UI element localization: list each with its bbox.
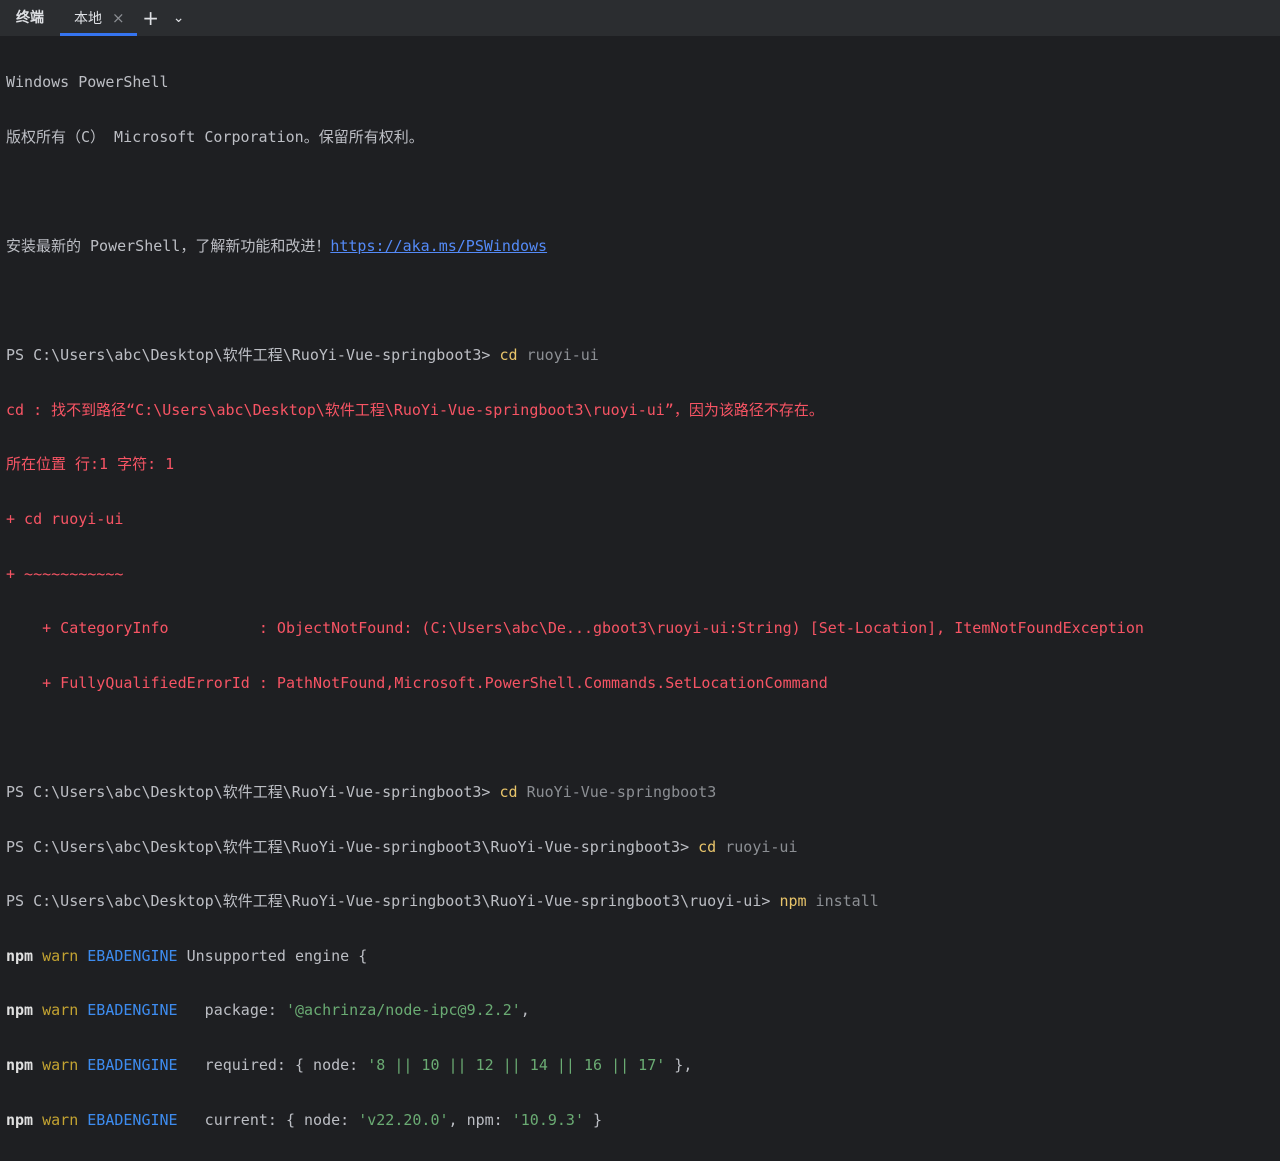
warn-text: required: { node:	[177, 1055, 368, 1074]
close-icon[interactable]: ×	[112, 9, 125, 27]
warn-text: current: { node:	[177, 1110, 359, 1129]
warn-text: Unsupported engine {	[177, 946, 368, 965]
command: npm	[779, 892, 807, 911]
error-line: 所在位置 行:1 字符: 1	[6, 455, 175, 474]
error-line: + FullyQualifiedErrorId : PathNotFound,M…	[6, 673, 828, 692]
terminal-panel-title: 终端	[16, 10, 44, 26]
command-args: ruoyi-ui	[716, 837, 798, 856]
npm-warn-line: npm warn EBADENGINE Unsupported engine {	[6, 943, 1280, 970]
chevron-down-icon[interactable]: ⌄	[165, 0, 193, 36]
prompt: PS C:\Users\abc\Desktop\软件工程\RuoYi-Vue-s…	[6, 346, 500, 365]
warn-label: warn	[42, 946, 79, 965]
warn-string: 'v22.20.0'	[358, 1110, 449, 1129]
warn-label: warn	[42, 1055, 79, 1074]
command: cd	[499, 783, 518, 802]
npm-label: npm	[6, 1110, 34, 1129]
command-args: ruoyi-ui	[517, 346, 599, 365]
command-line: PS C:\Users\abc\Desktop\软件工程\RuoYi-Vue-s…	[6, 834, 1280, 861]
warn-code: EBADENGINE	[87, 1001, 178, 1020]
warn-label: warn	[42, 1001, 79, 1020]
command-line: PS C:\Users\abc\Desktop\软件工程\RuoYi-Vue-s…	[6, 888, 1280, 915]
warn-text: ,	[520, 1001, 530, 1020]
install-message: 安装最新的 PowerShell，了解新功能和改进！	[6, 237, 331, 256]
output-line: Windows PowerShell	[6, 73, 169, 92]
output-line: 版权所有（C） Microsoft Corporation。保留所有权利。	[6, 127, 424, 146]
tab-local[interactable]: 本地 ×	[60, 0, 137, 36]
tab-local-label[interactable]: 本地	[74, 8, 102, 28]
npm-label: npm	[6, 1001, 34, 1020]
terminal-output[interactable]: Windows PowerShell 版权所有（C） Microsoft Cor…	[0, 36, 1280, 1161]
prompt: PS C:\Users\abc\Desktop\软件工程\RuoYi-Vue-s…	[6, 783, 500, 802]
command-args: install	[806, 892, 879, 911]
npm-warn-line: npm warn EBADENGINE required: { node: '8…	[6, 1052, 1280, 1079]
powershell-link[interactable]: https://aka.ms/PSWindows	[330, 237, 547, 255]
warn-text: },	[665, 1055, 693, 1074]
warn-text: , npm:	[448, 1110, 512, 1129]
npm-warn-line: npm warn EBADENGINE package: '@achrinza/…	[6, 997, 1280, 1024]
command: cd	[698, 837, 717, 856]
add-tab-icon[interactable]: +	[137, 0, 165, 36]
prompt: PS C:\Users\abc\Desktop\软件工程\RuoYi-Vue-s…	[6, 892, 780, 911]
warn-string: '10.9.3'	[511, 1110, 584, 1129]
error-line: + CategoryInfo : ObjectNotFound: (C:\Use…	[6, 619, 1144, 638]
error-line: cd : 找不到路径“C:\Users\abc\Desktop\软件工程\Ruo…	[6, 400, 824, 419]
warn-code: EBADENGINE	[87, 1055, 178, 1074]
npm-label: npm	[6, 1055, 34, 1074]
warn-code: EBADENGINE	[87, 946, 178, 965]
command-line: PS C:\Users\abc\Desktop\软件工程\RuoYi-Vue-s…	[6, 779, 1280, 806]
warn-label: warn	[42, 1110, 79, 1129]
command-line: PS C:\Users\abc\Desktop\软件工程\RuoYi-Vue-s…	[6, 342, 1280, 369]
warn-string: '@achrinza/node-ipc@9.2.2'	[285, 1001, 521, 1020]
error-line: + cd ruoyi-ui	[6, 510, 124, 529]
command: cd	[499, 346, 518, 365]
prompt: PS C:\Users\abc\Desktop\软件工程\RuoYi-Vue-s…	[6, 837, 699, 856]
terminal-tab-bar: 终端 本地 × + ⌄	[0, 0, 1280, 36]
warn-text: }	[584, 1110, 603, 1129]
output-line: 安装最新的 PowerShell，了解新功能和改进！https://aka.ms…	[6, 233, 1280, 260]
error-line: + ~~~~~~~~~~~	[6, 564, 124, 583]
warn-code: EBADENGINE	[87, 1110, 178, 1129]
warn-string: '8 || 10 || 12 || 14 || 16 || 17'	[367, 1055, 666, 1074]
npm-warn-line: npm warn EBADENGINE current: { node: 'v2…	[6, 1107, 1280, 1134]
warn-text: package:	[177, 1001, 286, 1020]
npm-label: npm	[6, 946, 34, 965]
command-args: RuoYi-Vue-springboot3	[517, 783, 717, 802]
